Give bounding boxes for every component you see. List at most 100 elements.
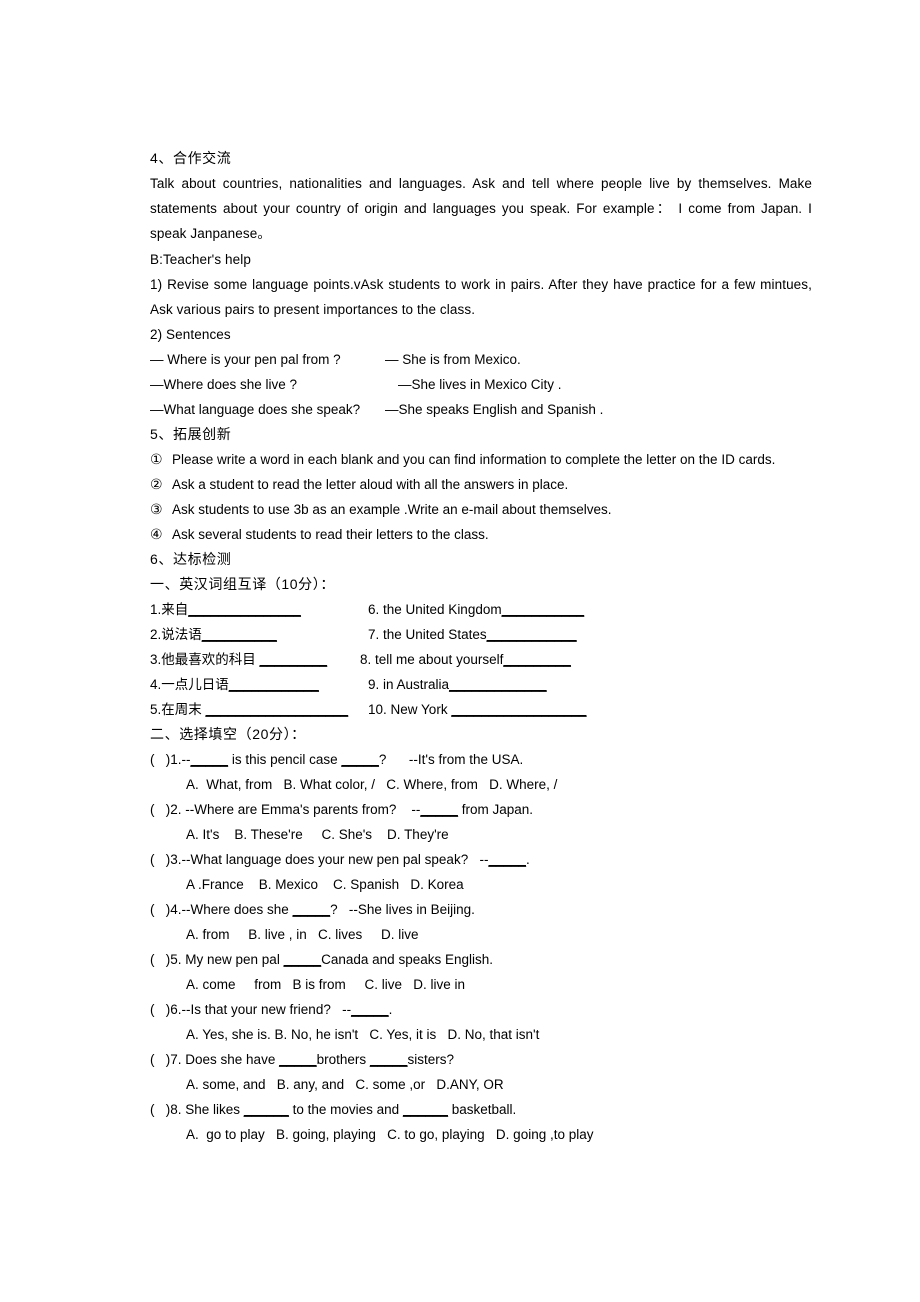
cooperation-paragraph: Talk about countries, nationalities and … (150, 176, 812, 242)
heading-part-two: 二、选择填空（20分）： (150, 726, 306, 743)
answer-blank[interactable]: _____ (420, 802, 458, 817)
heading-test: 6、达标检测 (150, 551, 232, 568)
answer-blank[interactable]: _____ (293, 902, 331, 917)
mc-answer-bracket[interactable]: ( ) (150, 1102, 170, 1117)
answer-blank[interactable]: _____ (370, 1052, 408, 1067)
mc-stem: to the movies and (288, 1102, 403, 1118)
heading-part-one: 一、英汉词组互译（10分）： (150, 576, 335, 593)
answer-blank[interactable]: _____ (351, 1002, 389, 1017)
translation-right: 7. the United States____________ (368, 622, 577, 647)
answer-blank[interactable]: _________ (503, 652, 571, 667)
mc-question: ( )5. My new pen pal _____Canada and spe… (150, 947, 812, 972)
innovation-item: ② Ask a student to read the letter aloud… (150, 472, 812, 497)
mc-stem: ? --She lives in Beijing. (330, 902, 475, 918)
mc-question: ( )1.--_____ is this pencil case _____? … (150, 747, 812, 772)
mc-options[interactable]: A. some, and B. any, and C. some ,or D.A… (150, 1072, 812, 1097)
mc-stem: Does she have (181, 1052, 280, 1068)
mc-options[interactable]: A. What, from B. What color, / C. Where,… (150, 772, 812, 797)
mc-stem: --What language does your new pen pal sp… (181, 852, 489, 868)
mc-options[interactable]: A .France B. Mexico C. Spanish D. Korea (150, 872, 812, 897)
translation-row: 1.来自_______________ 6. the United Kingdo… (150, 597, 812, 622)
translation-right-text: the United States (379, 627, 487, 643)
answer-blank[interactable]: _____ (488, 852, 526, 867)
answer-blank[interactable]: _____________ (449, 677, 547, 692)
answer-blank[interactable]: ______ (403, 1102, 448, 1117)
mc-options[interactable]: A. from B. live , in C. lives D. live (150, 922, 812, 947)
sentence-row: — Where is your pen pal from ? — She is … (150, 347, 812, 372)
innovation-item: ④ Ask several students to read their let… (150, 522, 812, 547)
mc-stem: brothers (316, 1052, 370, 1068)
translation-right-text: in Australia (379, 677, 450, 693)
mc-stem: My new pen pal (181, 952, 284, 968)
mc-stem: -- (181, 752, 191, 768)
mc-answer-bracket[interactable]: ( ) (150, 1052, 170, 1067)
answer-blank[interactable]: _____ (341, 752, 379, 767)
mc-question: ( )3.--What language does your new pen p… (150, 847, 812, 872)
mc-question: ( )8. She likes ______ to the movies and… (150, 1097, 812, 1122)
translation-right-number: 8. (360, 652, 372, 668)
answer-blank[interactable]: _________ (260, 652, 328, 667)
mc-answer-bracket[interactable]: ( ) (150, 952, 170, 967)
translation-left: 1.来自_______________ (150, 597, 301, 622)
mc-question: ( )4.--Where does she _____? --She lives… (150, 897, 812, 922)
answer-blank[interactable]: __________________ (451, 702, 586, 717)
mc-stem: . (388, 1002, 393, 1018)
answer-blank[interactable]: ____________ (487, 627, 577, 642)
mc-answer-bracket[interactable]: ( ) (150, 802, 170, 817)
mc-options[interactable]: A. go to play B. going, playing C. to go… (150, 1122, 812, 1147)
answer-blank[interactable]: __________ (202, 627, 277, 642)
mc-stem: --Where does she (181, 902, 293, 918)
translation-row: 5.在周末 ___________________ 10. New York _… (150, 697, 812, 722)
mc-options[interactable]: A. come from B is from C. live D. live i… (150, 972, 812, 997)
translation-row: 3.他最喜欢的科目 _________ 8. tell me about you… (150, 647, 812, 672)
translation-row: 4.一点儿日语____________ 9. in Australia_____… (150, 672, 812, 697)
document-body: 4、合作交流 Talk about countries, nationaliti… (150, 146, 812, 1147)
mc-stem: is this pencil case (228, 752, 342, 768)
mc-number: 8. (170, 1102, 182, 1118)
translation-right: 6. the United Kingdom___________ (368, 597, 584, 622)
translation-left-number: 2. (150, 627, 162, 643)
answer-blank[interactable]: ___________________ (206, 702, 349, 717)
answer-blank[interactable]: _____ (279, 1052, 317, 1067)
mc-answer-bracket[interactable]: ( ) (150, 1002, 170, 1017)
answer-blank[interactable]: _____ (284, 952, 322, 967)
answer-blank[interactable]: ____________ (229, 677, 319, 692)
translation-right-number: 6. (368, 602, 380, 618)
mc-stem: sisters? (407, 1052, 454, 1068)
translation-right-number: 10. (368, 702, 387, 718)
sentence-answer: — She is from Mexico. (385, 352, 521, 368)
translation-right: 8. tell me about yourself_________ (360, 647, 571, 672)
mc-answer-bracket[interactable]: ( ) (150, 852, 170, 867)
mc-stem: --Where are Emma's parents from? -- (181, 802, 421, 818)
mc-number: 3. (170, 852, 182, 868)
answer-blank[interactable]: _______________ (188, 602, 301, 617)
sentence-row: —What language does she speak? —She spea… (150, 397, 812, 422)
innovation-item-text: Ask a student to read the letter aloud w… (172, 477, 569, 493)
answer-blank[interactable]: ______ (244, 1102, 289, 1117)
circled-number-icon: ④ (150, 526, 163, 543)
sentence-question: — Where is your pen pal from ? (150, 352, 341, 368)
mc-answer-bracket[interactable]: ( ) (150, 902, 170, 917)
translation-right-text: the United Kingdom (379, 602, 502, 618)
mc-stem: Canada and speaks English. (321, 952, 493, 968)
translation-left: 5.在周末 ___________________ (150, 697, 348, 722)
mc-number: 6. (170, 1002, 182, 1018)
mc-stem: . (526, 852, 530, 868)
mc-question: ( )7. Does she have _____brothers _____s… (150, 1047, 812, 1072)
translation-left: 3.他最喜欢的科目 _________ (150, 647, 327, 672)
mc-options[interactable]: A. Yes, she is. B. No, he isn't C. Yes, … (150, 1022, 812, 1047)
answer-blank[interactable]: ___________ (502, 602, 585, 617)
mc-stem: --Is that your new friend? -- (181, 1002, 352, 1018)
mc-options[interactable]: A. It's B. These're C. She's D. They're (150, 822, 812, 847)
mc-number: 5. (170, 952, 182, 968)
mc-stem: from Japan. (457, 802, 533, 818)
sentence-answer: —She lives in Mexico City . (398, 377, 562, 393)
answer-blank[interactable]: _____ (191, 752, 229, 767)
sentence-question: —What language does she speak? (150, 402, 361, 418)
mc-question: ( )2. --Where are Emma's parents from? -… (150, 797, 812, 822)
mc-number: 4. (170, 902, 182, 918)
translation-left-text: 来自 (161, 602, 189, 618)
mc-stem: ? --It's from the USA. (378, 752, 524, 768)
translation-left-number: 4. (150, 677, 162, 693)
translation-left-text: 一点儿日语 (161, 677, 229, 693)
